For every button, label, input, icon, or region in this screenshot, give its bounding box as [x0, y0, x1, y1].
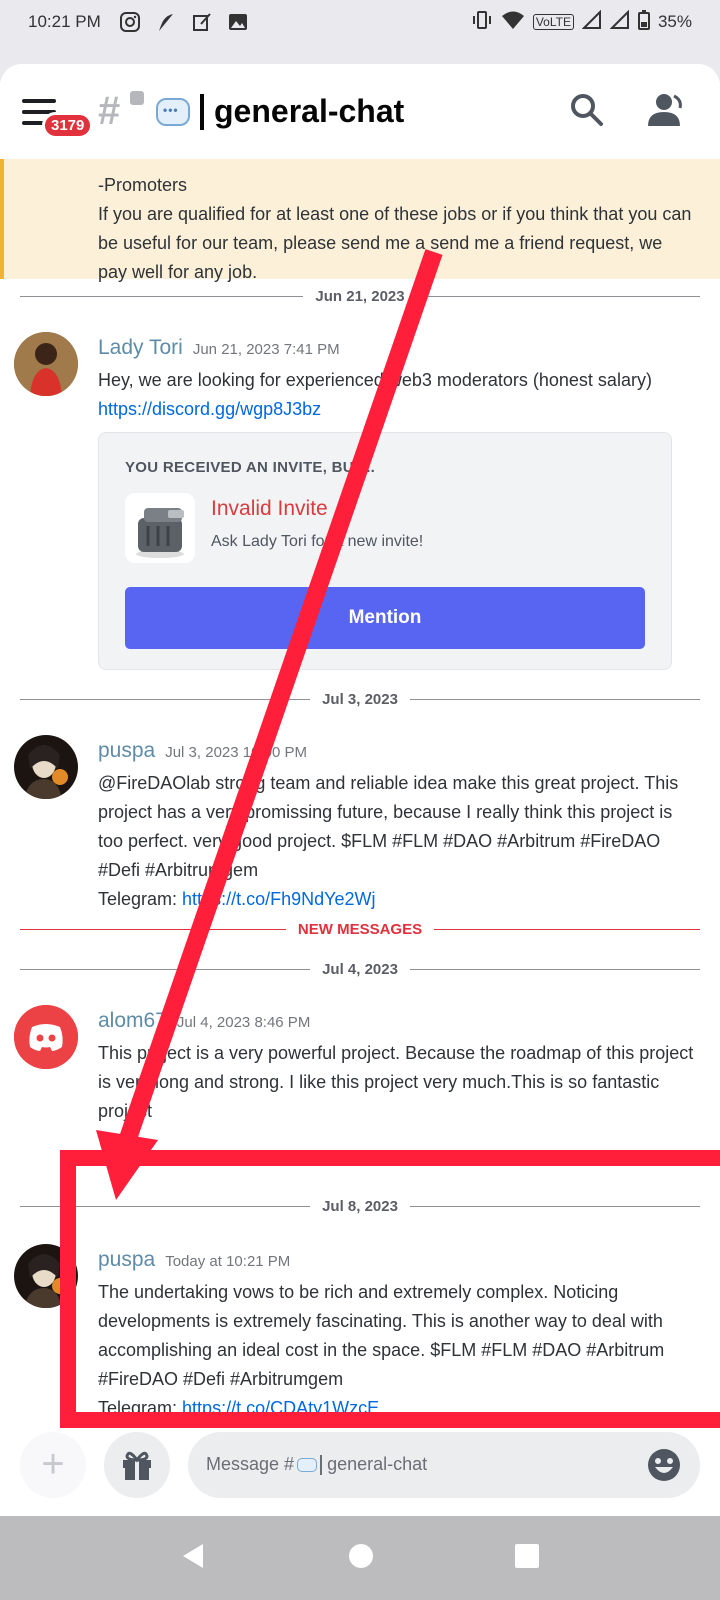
image-icon [227, 11, 249, 33]
date-divider: Jul 3, 2023 [20, 689, 701, 709]
message-text: Hey, we are looking for experienced web3… [98, 370, 652, 390]
edit-icon [191, 11, 213, 33]
placeholder-prefix: Message # [206, 1453, 295, 1474]
speech-bubble-icon [297, 1458, 318, 1473]
message-input[interactable]: Message # general-chat [188, 1431, 700, 1498]
author-name[interactable]: puspa [98, 1248, 155, 1272]
status-bar: 10:21 PM VoLTE 35% [0, 0, 720, 44]
instagram-icon [119, 11, 141, 33]
home-icon[interactable] [347, 1542, 375, 1575]
message-body: @FireDAOlab strong team and reliable ide… [98, 769, 698, 914]
message-text: @FireDAOlab strong team and reliable ide… [98, 773, 679, 880]
system-nav-bar [0, 1516, 720, 1600]
message-meta: puspa Jul 3, 2023 10:00 PM [98, 739, 307, 763]
avatar[interactable] [14, 1244, 78, 1308]
invite-title: YOU RECEIVED AN INVITE, BUT... [125, 459, 376, 476]
divider-bar [200, 93, 204, 130]
trash-can-icon [125, 493, 195, 563]
placeholder-channel: general-chat [327, 1453, 428, 1474]
emoji-icon[interactable] [646, 1447, 682, 1483]
highlighted-message: -Promoters If you are qualified for at l… [0, 159, 720, 282]
avatar[interactable] [14, 735, 78, 799]
discord-avatar-icon[interactable] [14, 1005, 78, 1069]
status-time: 10:21 PM [28, 12, 101, 31]
message-meta: puspa Today at 10:21 PM [98, 1248, 290, 1272]
new-messages-divider: NEW MESSAGES [20, 919, 700, 939]
mention-button[interactable]: Mention [125, 587, 645, 649]
feather-icon [155, 11, 177, 33]
telegram-label: Telegram: [98, 889, 183, 909]
date-divider: Jul 8, 2023 [20, 1196, 701, 1216]
signal-icon [581, 9, 602, 35]
vibrate-icon [471, 10, 493, 35]
message-body: This project is a very powerful project.… [98, 1039, 698, 1126]
menu-bar [22, 98, 56, 103]
menu-button[interactable]: 3179 [22, 88, 94, 139]
signal-icon-2 [609, 9, 630, 35]
message-timestamp: Today at 10:21 PM [165, 1253, 291, 1270]
invite-card: YOU RECEIVED AN INVITE, BUT... Invalid I… [98, 432, 672, 670]
message-text: This project is a very powerful project.… [98, 1043, 694, 1121]
highlight-line: -Promoters [98, 175, 188, 195]
message-placeholder: Message # general-chat [206, 1453, 646, 1476]
message-list[interactable]: -Promoters If you are qualified for at l… [0, 159, 720, 1477]
locked-channel-icon: # [98, 89, 144, 134]
back-icon[interactable] [179, 1541, 209, 1576]
channel-name: general-chat [214, 93, 405, 129]
date-divider-label: Jun 21, 2023 [315, 287, 405, 305]
speech-bubble-icon [156, 97, 190, 126]
channel-title[interactable]: general-chat [156, 93, 404, 130]
date-divider-label: Jul 4, 2023 [322, 960, 398, 978]
recents-icon[interactable] [513, 1542, 541, 1575]
app-window: 3179 # general-chat -Promoters If you ar… [0, 64, 720, 1516]
message-timestamp: Jun 21, 2023 7:41 PM [192, 341, 340, 358]
message-text: The undertaking vows to be rich and extr… [98, 1282, 665, 1389]
message-meta: alom67 Jul 4, 2023 8:46 PM [98, 1009, 310, 1033]
search-icon[interactable] [565, 88, 609, 132]
message-timestamp: Jul 4, 2023 8:46 PM [176, 1014, 311, 1031]
highlight-body: If you are qualified for at least one of… [98, 204, 692, 282]
unread-badge: 3179 [42, 111, 94, 139]
battery-icon [637, 9, 650, 35]
message-link[interactable]: https://t.co/Fh9NdYe2Wj [182, 889, 375, 909]
date-divider: Jun 21, 2023 [20, 286, 701, 306]
channel-header: 3179 # general-chat [0, 64, 720, 159]
message-body: Hey, we are looking for experienced web3… [98, 366, 698, 424]
members-icon[interactable] [642, 88, 686, 132]
avatar[interactable] [14, 332, 78, 396]
telegram-line: Telegram: https://t.co/Fh9NdYe2Wj [98, 885, 698, 914]
message-composer: + Message # general-chat [0, 1413, 720, 1516]
date-divider-label: Jul 8, 2023 [322, 1197, 398, 1215]
date-divider-label: Jul 3, 2023 [322, 690, 398, 708]
new-messages-label: NEW MESSAGES [297, 920, 423, 938]
author-name[interactable]: Lady Tori [98, 336, 183, 360]
message-timestamp: Jul 3, 2023 10:00 PM [165, 744, 307, 761]
invite-subtitle: Ask Lady Tori for a new invite! [211, 533, 424, 550]
status-right: VoLTE 35% [471, 9, 692, 35]
message-body: The undertaking vows to be rich and extr… [98, 1278, 698, 1423]
message-meta: Lady Tori Jun 21, 2023 7:41 PM [98, 336, 340, 360]
add-attachment-button[interactable]: + [20, 1431, 86, 1498]
author-name[interactable]: alom67 [98, 1009, 167, 1033]
wifi-icon [501, 10, 525, 35]
battery-level: 35% [657, 12, 692, 31]
gift-button[interactable] [104, 1431, 170, 1498]
message-link[interactable]: https://discord.gg/wgp8J3bz [98, 395, 698, 424]
date-divider: Jul 4, 2023 [20, 959, 701, 979]
gift-icon [123, 1451, 151, 1480]
author-name[interactable]: puspa [98, 739, 155, 763]
invite-name: Invalid Invite [211, 497, 328, 520]
volte-label: VoLTE [532, 14, 574, 30]
